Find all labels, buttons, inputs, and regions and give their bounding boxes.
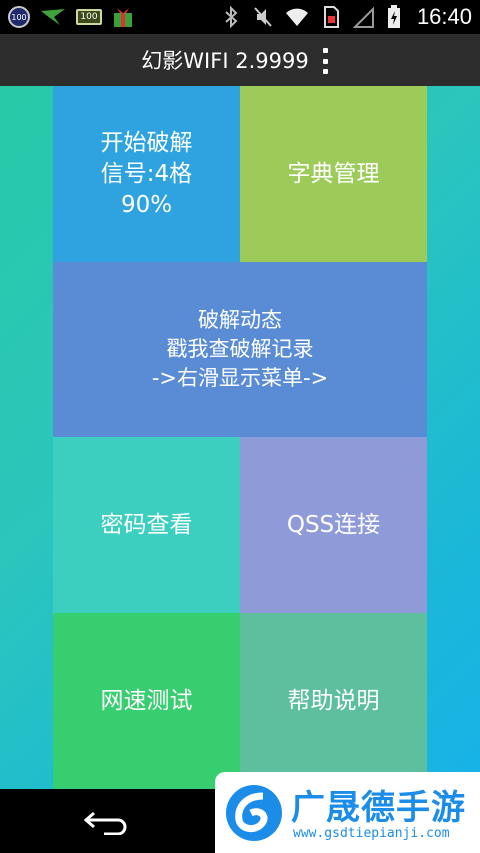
signal-icon	[352, 6, 374, 28]
status-bar: 100 100 16:40	[0, 0, 480, 34]
mute-icon	[254, 7, 272, 27]
main-area: 开始破解 信号:4格 90% 字典管理 破解动态 戳我查破解记录 ->右滑显示菜…	[0, 86, 480, 789]
swipe-menu-hint: ->右滑显示菜单->	[151, 366, 329, 390]
dictionary-manage-tile[interactable]: 字典管理	[240, 86, 427, 262]
action-bar: 幻影WIFI 2.9999	[0, 34, 480, 86]
speed-test-tile[interactable]: 网速测试	[53, 613, 240, 789]
signal-strength-text: 信号:4格	[100, 160, 193, 187]
gift-icon	[114, 8, 132, 27]
system-icons: 16:40	[221, 4, 472, 30]
password-view-tile[interactable]: 密码查看	[53, 437, 240, 613]
crack-dynamics-tile[interactable]: 破解动态 戳我查破解记录 ->右滑显示菜单->	[53, 262, 427, 437]
notification-icons: 100 100	[8, 6, 134, 28]
help-label: 帮助说明	[287, 687, 380, 714]
bird-icon	[41, 9, 65, 25]
signal-percent-text: 90%	[120, 191, 173, 218]
qss-connect-tile[interactable]: QSS连接	[240, 437, 427, 613]
wifi-icon	[285, 8, 308, 26]
dictionary-manage-label: 字典管理	[287, 160, 380, 187]
notification-badge-icon: 100	[8, 6, 30, 28]
start-crack-label: 开始破解	[100, 129, 193, 156]
back-arrow-icon[interactable]	[82, 807, 132, 835]
qss-connect-label: QSS连接	[286, 511, 381, 538]
app-title: 幻影WIFI 2.9999	[141, 49, 309, 73]
password-view-label: 密码查看	[100, 511, 193, 538]
crack-record-hint: 戳我查破解记录	[166, 337, 314, 361]
battery-badge-icon: 100	[76, 9, 102, 25]
watermark: 广晟德手游 www.gsdtiepianji.com	[215, 772, 480, 853]
watermark-url: www.gsdtiepianji.com	[293, 826, 450, 841]
battery-icon	[387, 5, 400, 28]
overflow-menu-icon[interactable]	[318, 48, 332, 74]
watermark-logo-icon	[226, 785, 282, 841]
tile-grid: 开始破解 信号:4格 90% 字典管理 破解动态 戳我查破解记录 ->右滑显示菜…	[53, 86, 427, 789]
crack-dynamics-title: 破解动态	[198, 308, 282, 332]
clock: 16:40	[416, 4, 472, 29]
sim-icon	[323, 6, 339, 28]
bluetooth-icon	[225, 5, 238, 29]
speed-test-label: 网速测试	[100, 687, 193, 714]
help-tile[interactable]: 帮助说明	[240, 613, 427, 789]
start-crack-tile[interactable]: 开始破解 信号:4格 90%	[53, 86, 240, 262]
watermark-name: 广晟德手游	[291, 788, 466, 828]
